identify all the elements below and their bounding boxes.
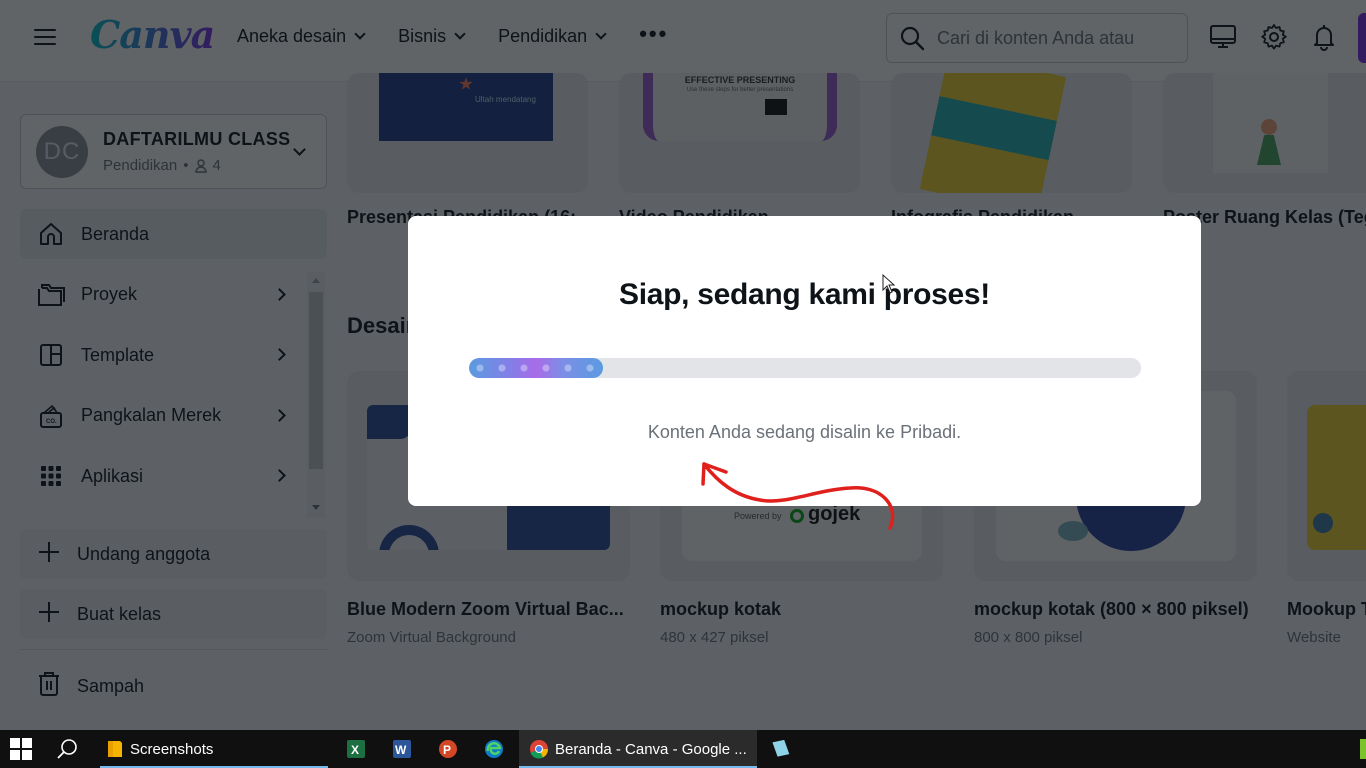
modal-title: Siap, sedang kami proses! [619, 278, 990, 311]
taskbar-label: Beranda - Canva - Google ... [555, 740, 747, 758]
progress-bar [469, 358, 1141, 378]
taskbar-label: Screenshots [130, 740, 214, 758]
svg-text:W: W [395, 743, 407, 757]
tray-app-icon[interactable] [1360, 730, 1366, 768]
processing-modal: Siap, sedang kami proses! Konten Anda se… [408, 216, 1201, 506]
progress-fill [469, 358, 604, 378]
powerpoint-icon[interactable]: P [437, 730, 459, 768]
windows-start-icon[interactable] [10, 730, 32, 768]
taskbar-item-chrome[interactable]: Beranda - Canva - Google ... [519, 730, 757, 768]
excel-icon[interactable]: X [345, 730, 367, 768]
taskbar-item-screenshots[interactable]: Screenshots [100, 730, 328, 768]
windows-taskbar: Screenshots X W P Beranda - Canva - Goog… [0, 730, 1366, 768]
file-explorer-icon [108, 741, 122, 757]
svg-text:P: P [443, 743, 451, 757]
mouse-cursor-icon [882, 274, 896, 294]
svg-text:X: X [351, 743, 359, 757]
edge-icon[interactable] [483, 730, 505, 768]
notepad-icon[interactable] [769, 730, 791, 768]
modal-message: Konten Anda sedang disalin ke Pribadi. [647, 422, 962, 442]
chrome-icon [530, 740, 549, 759]
taskbar-search-icon[interactable] [56, 730, 78, 768]
word-icon[interactable]: W [391, 730, 413, 768]
canva-app: Canva Aneka desain Bisnis Pendidikan •••… [0, 0, 1366, 730]
